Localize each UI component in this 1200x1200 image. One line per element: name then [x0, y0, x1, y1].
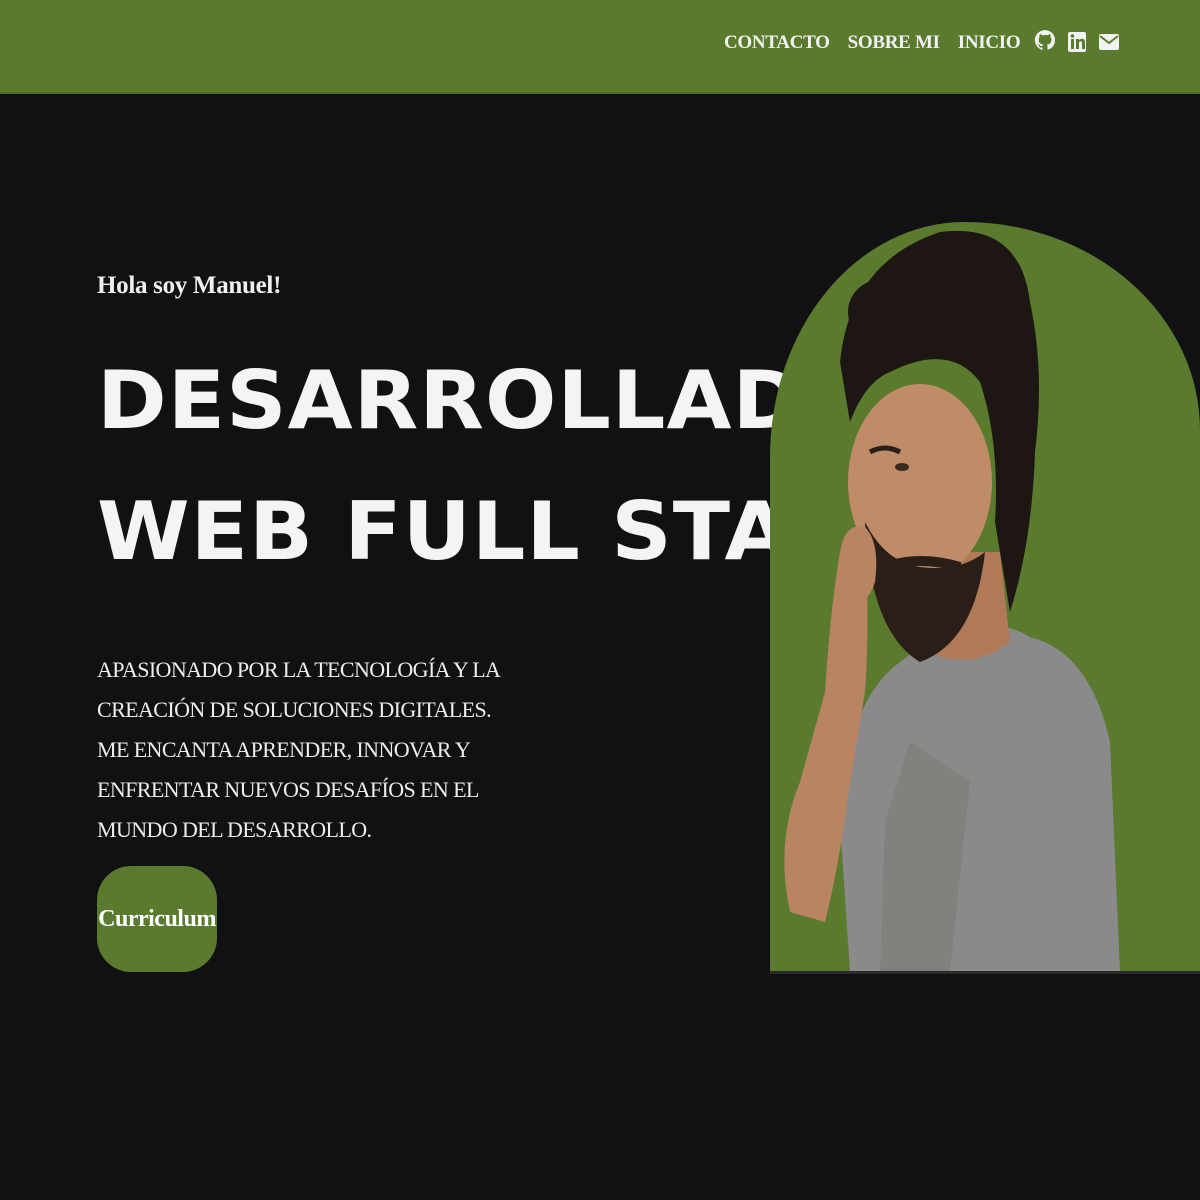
main-nav: CONTACTO SOBRE MI INICIO [724, 30, 1021, 56]
hero-headline-line-2: WEB FULL STACK [97, 484, 920, 578]
hero-headline: DESARROLLADOR WEB FULL STACK [97, 350, 942, 612]
person-portrait [784, 230, 1120, 972]
profile-photo [770, 222, 1200, 972]
top-nav-bar: CONTACTO SOBRE MI INICIO [0, 0, 1200, 94]
social-links [1034, 27, 1120, 57]
linkedin-icon[interactable] [1066, 27, 1088, 57]
nav-link-inicio[interactable]: INICIO [958, 30, 1021, 56]
nav-link-sobre-mi[interactable]: SOBRE MI [848, 30, 940, 56]
github-icon[interactable] [1034, 27, 1056, 57]
hero-description: APASIONADO POR LA TECNOLOGÍA Y LA CREACI… [97, 657, 500, 842]
hero-greeting: Hola soy Manuel! [97, 272, 282, 299]
photo-base-divider [770, 971, 1200, 974]
mail-icon[interactable] [1098, 27, 1120, 57]
nav-link-contacto[interactable]: CONTACTO [724, 30, 830, 56]
curriculum-button[interactable]: Curriculum [97, 866, 217, 972]
hero-headline-line-1: DESARROLLADOR [97, 353, 942, 447]
